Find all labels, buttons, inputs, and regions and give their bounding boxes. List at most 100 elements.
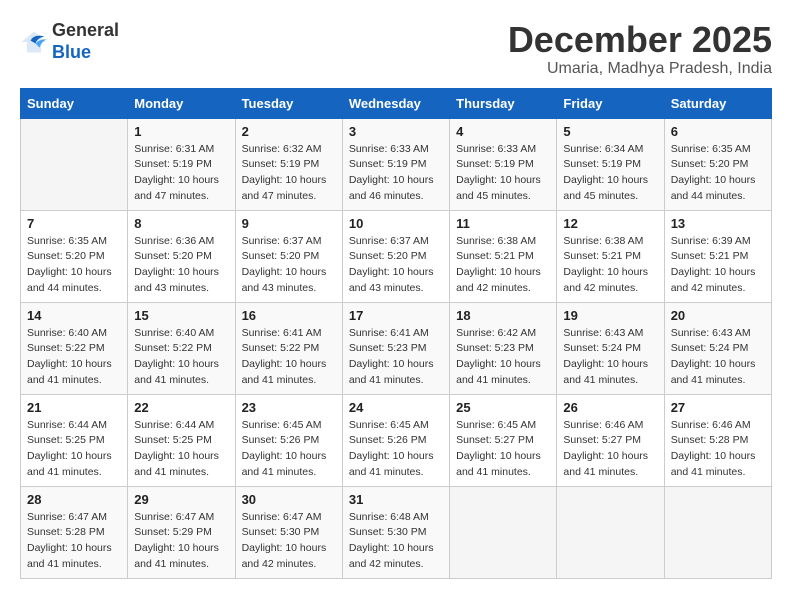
day-number: 18 bbox=[456, 308, 550, 323]
day-number: 15 bbox=[134, 308, 228, 323]
day-info: Sunrise: 6:44 AMSunset: 5:25 PMDaylight:… bbox=[27, 418, 121, 481]
day-number: 31 bbox=[349, 492, 443, 507]
day-info: Sunrise: 6:42 AMSunset: 5:23 PMDaylight:… bbox=[456, 326, 550, 389]
day-info: Sunrise: 6:47 AMSunset: 5:30 PMDaylight:… bbox=[242, 510, 336, 573]
day-number: 20 bbox=[671, 308, 765, 323]
day-number: 5 bbox=[563, 124, 657, 139]
calendar-cell: 29 Sunrise: 6:47 AMSunset: 5:29 PMDayligh… bbox=[128, 486, 235, 578]
day-number: 7 bbox=[27, 216, 121, 231]
title-block: December 2025 Umaria, Madhya Pradesh, In… bbox=[508, 20, 772, 78]
calendar-week-row: 14 Sunrise: 6:40 AMSunset: 5:22 PMDayligh… bbox=[21, 302, 772, 394]
calendar-cell: 7 Sunrise: 6:35 AMSunset: 5:20 PMDaylight… bbox=[21, 210, 128, 302]
calendar-week-row: 21 Sunrise: 6:44 AMSunset: 5:25 PMDayligh… bbox=[21, 394, 772, 486]
calendar-cell: 17Sunrise: 6:41 AMSunset: 5:23 PMDayligh… bbox=[342, 302, 449, 394]
day-of-week-header: Monday bbox=[128, 88, 235, 118]
calendar-cell: 24Sunrise: 6:45 AMSunset: 5:26 PMDayligh… bbox=[342, 394, 449, 486]
month-title: December 2025 bbox=[508, 20, 772, 60]
day-number: 29 bbox=[134, 492, 228, 507]
calendar-table: SundayMondayTuesdayWednesdayThursdayFrid… bbox=[20, 88, 772, 579]
day-info: Sunrise: 6:44 AMSunset: 5:25 PMDaylight:… bbox=[134, 418, 228, 481]
day-info: Sunrise: 6:46 AMSunset: 5:27 PMDaylight:… bbox=[563, 418, 657, 481]
day-number: 25 bbox=[456, 400, 550, 415]
day-number: 28 bbox=[27, 492, 121, 507]
day-info: Sunrise: 6:45 AMSunset: 5:26 PMDaylight:… bbox=[349, 418, 443, 481]
day-number: 4 bbox=[456, 124, 550, 139]
day-of-week-header: Saturday bbox=[664, 88, 771, 118]
calendar-cell bbox=[557, 486, 664, 578]
day-info: Sunrise: 6:37 AMSunset: 5:20 PMDaylight:… bbox=[242, 234, 336, 297]
calendar-cell: 13Sunrise: 6:39 AMSunset: 5:21 PMDayligh… bbox=[664, 210, 771, 302]
day-of-week-header: Friday bbox=[557, 88, 664, 118]
calendar-cell: 18 Sunrise: 6:42 AMSunset: 5:23 PMDayligh… bbox=[450, 302, 557, 394]
day-info: Sunrise: 6:33 AMSunset: 5:19 PMDaylight:… bbox=[456, 142, 550, 205]
day-info: Sunrise: 6:34 AMSunset: 5:19 PMDaylight:… bbox=[563, 142, 657, 205]
calendar-cell: 25 Sunrise: 6:45 AMSunset: 5:27 PMDayligh… bbox=[450, 394, 557, 486]
calendar-cell: 6 Sunrise: 6:35 AMSunset: 5:20 PMDaylight… bbox=[664, 118, 771, 210]
day-number: 21 bbox=[27, 400, 121, 415]
calendar-week-row: 7 Sunrise: 6:35 AMSunset: 5:20 PMDaylight… bbox=[21, 210, 772, 302]
day-of-week-header: Tuesday bbox=[235, 88, 342, 118]
calendar-cell: 1 Sunrise: 6:31 AMSunset: 5:19 PMDaylight… bbox=[128, 118, 235, 210]
calendar-header-row: SundayMondayTuesdayWednesdayThursdayFrid… bbox=[21, 88, 772, 118]
day-info: Sunrise: 6:45 AMSunset: 5:27 PMDaylight:… bbox=[456, 418, 550, 481]
calendar-cell: 2Sunrise: 6:32 AMSunset: 5:19 PMDaylight… bbox=[235, 118, 342, 210]
calendar-cell: 3 Sunrise: 6:33 AMSunset: 5:19 PMDaylight… bbox=[342, 118, 449, 210]
calendar-cell: 10 Sunrise: 6:37 AMSunset: 5:20 PMDayligh… bbox=[342, 210, 449, 302]
calendar-cell: 11Sunrise: 6:38 AMSunset: 5:21 PMDayligh… bbox=[450, 210, 557, 302]
day-info: Sunrise: 6:40 AMSunset: 5:22 PMDaylight:… bbox=[134, 326, 228, 389]
calendar-week-row: 1 Sunrise: 6:31 AMSunset: 5:19 PMDaylight… bbox=[21, 118, 772, 210]
day-of-week-header: Wednesday bbox=[342, 88, 449, 118]
day-info: Sunrise: 6:37 AMSunset: 5:20 PMDaylight:… bbox=[349, 234, 443, 297]
day-number: 9 bbox=[242, 216, 336, 231]
day-number: 1 bbox=[134, 124, 228, 139]
calendar-cell bbox=[21, 118, 128, 210]
day-of-week-header: Sunday bbox=[21, 88, 128, 118]
day-number: 26 bbox=[563, 400, 657, 415]
calendar-cell bbox=[664, 486, 771, 578]
page-header: General Blue December 2025 Umaria, Madhy… bbox=[20, 20, 772, 78]
day-number: 17 bbox=[349, 308, 443, 323]
day-number: 23 bbox=[242, 400, 336, 415]
day-number: 30 bbox=[242, 492, 336, 507]
day-number: 3 bbox=[349, 124, 443, 139]
calendar-cell: 23 Sunrise: 6:45 AMSunset: 5:26 PMDayligh… bbox=[235, 394, 342, 486]
logo-icon bbox=[20, 28, 48, 56]
day-number: 19 bbox=[563, 308, 657, 323]
calendar-cell: 8Sunrise: 6:36 AMSunset: 5:20 PMDaylight… bbox=[128, 210, 235, 302]
calendar-cell: 9 Sunrise: 6:37 AMSunset: 5:20 PMDaylight… bbox=[235, 210, 342, 302]
day-info: Sunrise: 6:35 AMSunset: 5:20 PMDaylight:… bbox=[671, 142, 765, 205]
calendar-cell: 26 Sunrise: 6:46 AMSunset: 5:27 PMDayligh… bbox=[557, 394, 664, 486]
calendar-cell: 21 Sunrise: 6:44 AMSunset: 5:25 PMDayligh… bbox=[21, 394, 128, 486]
subtitle: Umaria, Madhya Pradesh, India bbox=[508, 60, 772, 78]
day-info: Sunrise: 6:36 AMSunset: 5:20 PMDaylight:… bbox=[134, 234, 228, 297]
day-info: Sunrise: 6:47 AMSunset: 5:28 PMDaylight:… bbox=[27, 510, 121, 573]
day-info: Sunrise: 6:31 AMSunset: 5:19 PMDaylight:… bbox=[134, 142, 228, 205]
calendar-body: 1 Sunrise: 6:31 AMSunset: 5:19 PMDaylight… bbox=[21, 118, 772, 578]
day-info: Sunrise: 6:35 AMSunset: 5:20 PMDaylight:… bbox=[27, 234, 121, 297]
calendar-cell: 28 Sunrise: 6:47 AMSunset: 5:28 PMDayligh… bbox=[21, 486, 128, 578]
day-number: 12 bbox=[563, 216, 657, 231]
day-number: 2 bbox=[242, 124, 336, 139]
day-info: Sunrise: 6:46 AMSunset: 5:28 PMDaylight:… bbox=[671, 418, 765, 481]
day-info: Sunrise: 6:43 AMSunset: 5:24 PMDaylight:… bbox=[671, 326, 765, 389]
day-info: Sunrise: 6:43 AMSunset: 5:24 PMDaylight:… bbox=[563, 326, 657, 389]
day-of-week-header: Thursday bbox=[450, 88, 557, 118]
day-number: 6 bbox=[671, 124, 765, 139]
day-info: Sunrise: 6:33 AMSunset: 5:19 PMDaylight:… bbox=[349, 142, 443, 205]
calendar-cell: 22 Sunrise: 6:44 AMSunset: 5:25 PMDayligh… bbox=[128, 394, 235, 486]
calendar-cell: 16Sunrise: 6:41 AMSunset: 5:22 PMDayligh… bbox=[235, 302, 342, 394]
calendar-cell: 20 Sunrise: 6:43 AMSunset: 5:24 PMDayligh… bbox=[664, 302, 771, 394]
day-number: 16 bbox=[242, 308, 336, 323]
logo: General Blue bbox=[20, 20, 119, 63]
calendar-cell: 31Sunrise: 6:48 AMSunset: 5:30 PMDayligh… bbox=[342, 486, 449, 578]
day-number: 13 bbox=[671, 216, 765, 231]
day-info: Sunrise: 6:45 AMSunset: 5:26 PMDaylight:… bbox=[242, 418, 336, 481]
day-number: 10 bbox=[349, 216, 443, 231]
day-number: 14 bbox=[27, 308, 121, 323]
day-info: Sunrise: 6:40 AMSunset: 5:22 PMDaylight:… bbox=[27, 326, 121, 389]
day-info: Sunrise: 6:47 AMSunset: 5:29 PMDaylight:… bbox=[134, 510, 228, 573]
day-number: 11 bbox=[456, 216, 550, 231]
day-number: 22 bbox=[134, 400, 228, 415]
calendar-week-row: 28 Sunrise: 6:47 AMSunset: 5:28 PMDayligh… bbox=[21, 486, 772, 578]
calendar-cell: 5 Sunrise: 6:34 AMSunset: 5:19 PMDaylight… bbox=[557, 118, 664, 210]
